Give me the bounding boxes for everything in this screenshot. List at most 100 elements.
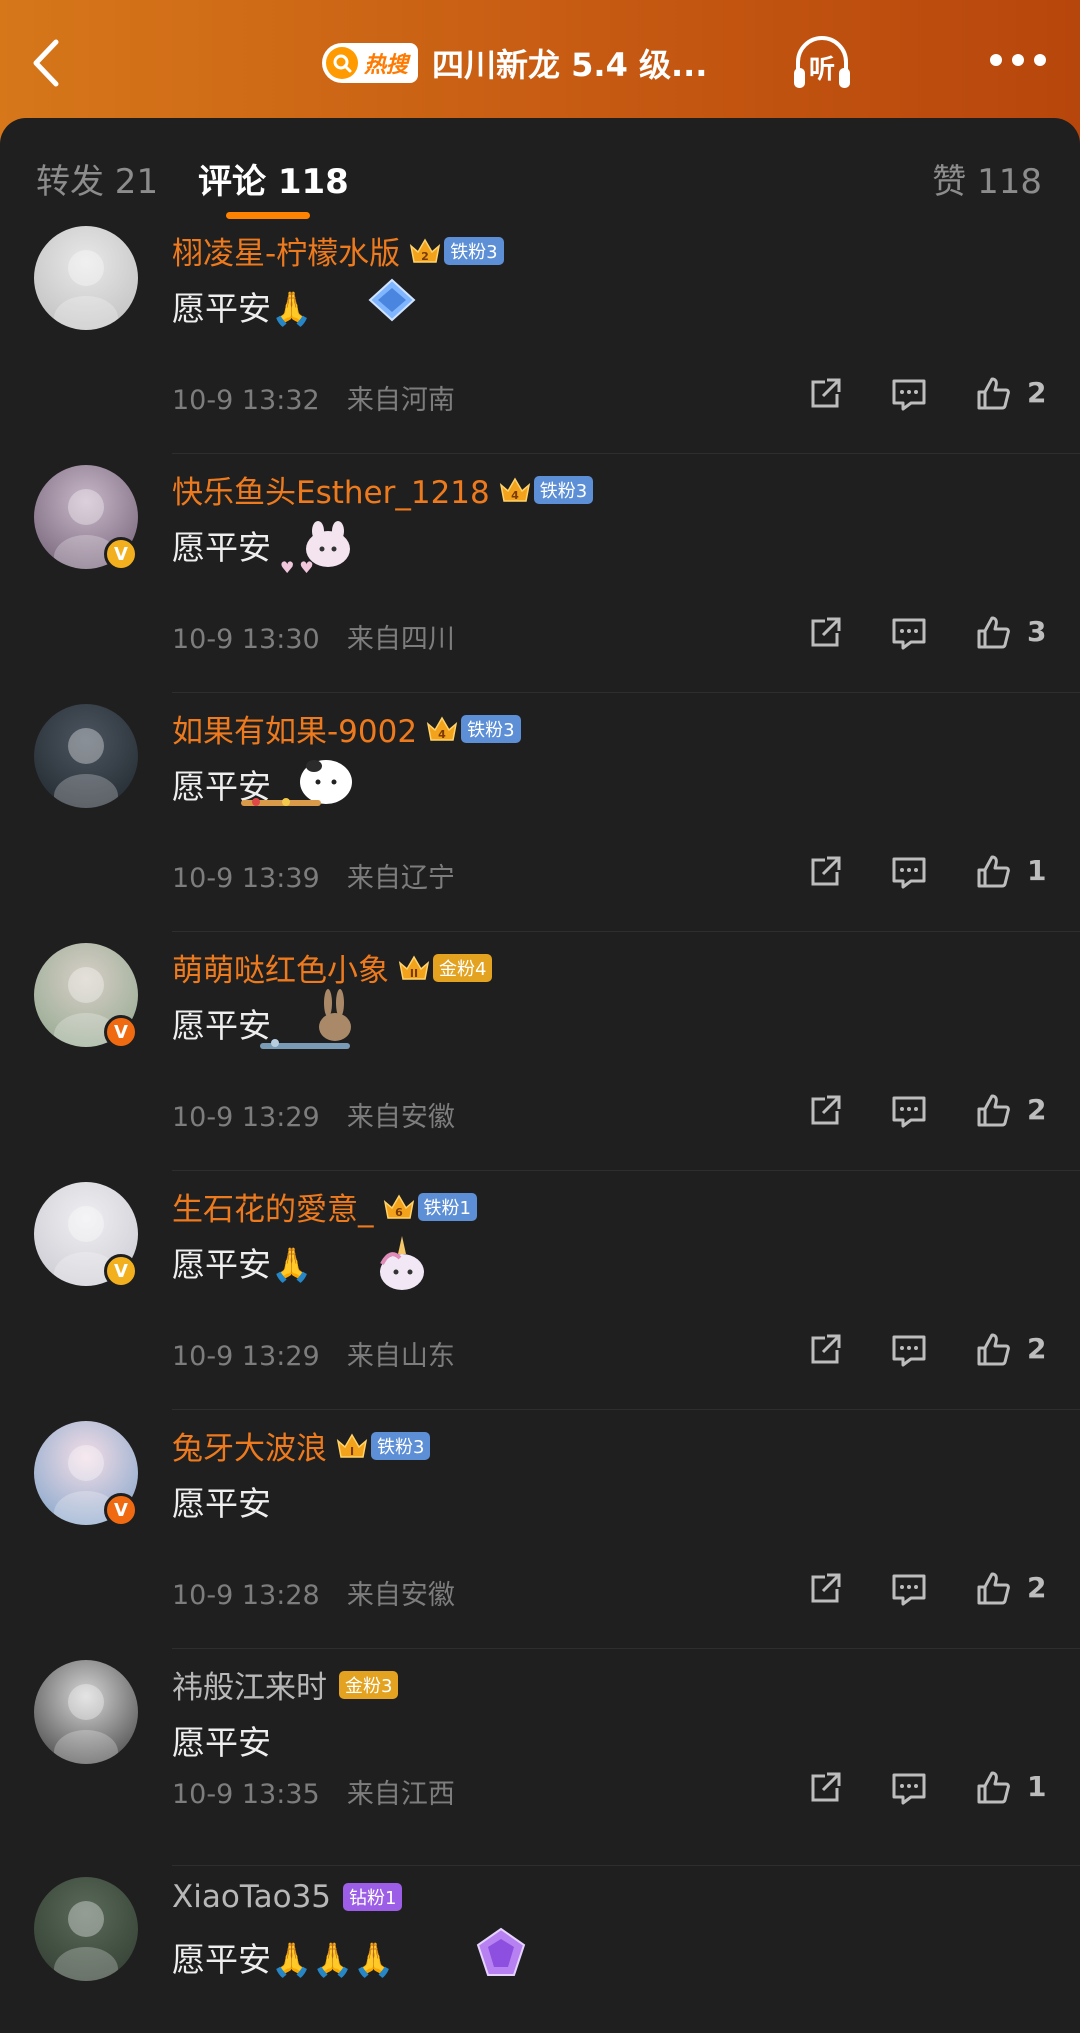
like-icon[interactable] [973, 1569, 1013, 1613]
comment-item: XiaoTao35 钻粉1 愿平安🙏🙏🙏 [0, 1877, 1080, 2033]
fan-badge: 铁粉3 [461, 714, 521, 743]
comment-time: 10-9 13:30 [172, 624, 320, 655]
like-icon[interactable] [973, 613, 1013, 657]
comment-location: 来自安徽 [346, 1580, 455, 1611]
comment-username[interactable]: 兔牙大波浪 I 铁粉3 [172, 1423, 431, 1468]
avatar[interactable] [34, 226, 138, 330]
listen-label: 听 [809, 55, 835, 85]
comment-actions: 2 [805, 374, 1055, 418]
page-title: 四川新龙 5.4 级... [432, 46, 708, 84]
comment-item: 如果有如果-9002 4 铁粉3 愿平安 10-9 13:39 来自辽宁 1 [0, 704, 1080, 943]
reply-icon[interactable] [889, 374, 929, 418]
comment-meta: 10-9 13:32 来自河南 [172, 378, 455, 417]
comment-username[interactable]: 萌萌哒红色小象 II 金粉4 [172, 945, 493, 990]
listen-button[interactable]: 听 [790, 32, 854, 92]
share-icon[interactable] [805, 374, 845, 418]
comment-username[interactable]: 祎般江来时 金粉3 [172, 1662, 399, 1707]
divider [172, 1409, 1080, 1410]
sticker-emoji-icon: ♥ ♥ [268, 509, 358, 583]
fan-badge: 铁粉3 [371, 1431, 431, 1460]
comment-item: V 兔牙大波浪 I 铁粉3 愿平安 10-9 13:28 来自安徽 2 [0, 1421, 1080, 1660]
avatar[interactable] [34, 704, 138, 808]
comment-text[interactable]: 愿平安🙏 [172, 1238, 312, 1286]
back-arrow-icon[interactable] [26, 38, 66, 88]
comment-location: 来自河南 [346, 385, 455, 416]
divider [172, 931, 1080, 932]
hot-search-title[interactable]: 热搜 四川新龙 5.4 级... [322, 34, 707, 92]
tab-like[interactable]: 赞 118 [932, 154, 1042, 203]
username-text: XiaoTao35 [172, 1879, 332, 1915]
comment-meta: 10-9 13:28 来自安徽 [172, 1573, 455, 1612]
crown-level: 4 [438, 728, 446, 741]
comment-meta: 10-9 13:30 来自四川 [172, 617, 455, 656]
comment-actions: 1 [805, 1768, 1055, 1812]
share-icon[interactable] [805, 1330, 845, 1374]
crown-icon: 2 [410, 238, 441, 263]
fan-badge: 铁粉1 [417, 1192, 477, 1221]
like-icon[interactable] [973, 1768, 1013, 1812]
verified-badge-icon: V [104, 537, 138, 571]
comment-username[interactable]: 快乐鱼头Esther_1218 4 铁粉3 [172, 467, 594, 512]
reply-icon[interactable] [889, 1569, 929, 1613]
comment-item: V 萌萌哒红色小象 II 金粉4 愿平安 10-9 13:29 来自安徽 2 [0, 943, 1080, 1182]
crown-icon: 4 [499, 477, 530, 502]
comment-actions: 2 [805, 1330, 1055, 1374]
reply-icon[interactable] [889, 852, 929, 896]
verified-badge-icon: V [104, 1493, 138, 1527]
comment-location: 来自四川 [346, 624, 455, 655]
divider [172, 1865, 1080, 1866]
reply-icon[interactable] [889, 613, 929, 657]
comment-item: V 快乐鱼头Esther_1218 4 铁粉3 愿平安 ♥ ♥ 10-9 13:30 … [0, 465, 1080, 704]
comment-item: 祎般江来时 金粉3 愿平安 10-9 13:35 来自江西 1 [0, 1660, 1080, 1877]
like-count: 2 [1027, 376, 1047, 409]
tab-bar: 转发 21 评论 118 赞 118 [0, 118, 1080, 226]
comment-meta: 10-9 13:35 来自江西 [172, 1772, 455, 1811]
active-tab-indicator [226, 212, 310, 219]
like-icon[interactable] [973, 852, 1013, 896]
sticker-emoji-icon [360, 1228, 440, 1302]
comment-actions: 2 [805, 1569, 1055, 1613]
avatar[interactable] [34, 1660, 138, 1764]
comment-location: 来自安徽 [346, 1102, 455, 1133]
share-icon[interactable] [805, 852, 845, 896]
comment-username[interactable]: 栩凌星-柠檬水版 2 铁粉3 [172, 228, 504, 273]
like-count: 1 [1027, 854, 1047, 887]
hot-search-label: 热搜 [364, 53, 409, 78]
like-count: 1 [1027, 1770, 1047, 1803]
sticker-emoji-icon [236, 744, 366, 818]
reply-icon[interactable] [889, 1330, 929, 1374]
share-icon[interactable] [805, 613, 845, 657]
reply-icon[interactable] [889, 1091, 929, 1135]
reply-icon[interactable] [889, 1768, 929, 1812]
like-count: 2 [1027, 1571, 1047, 1604]
like-icon[interactable] [973, 1330, 1013, 1374]
share-icon[interactable] [805, 1569, 845, 1613]
tab-comment[interactable]: 评论 118 [198, 154, 349, 203]
crown-level: 6 [395, 1206, 403, 1219]
comment-text[interactable]: 愿平安 [172, 1716, 271, 1764]
username-text: 萌萌哒红色小象 [172, 953, 389, 989]
comment-meta: 10-9 13:39 来自辽宁 [172, 856, 455, 895]
comment-username[interactable]: 生石花的愛意_ 6 铁粉1 [172, 1184, 477, 1229]
comment-text[interactable]: 愿平安🙏🙏🙏 [172, 1933, 394, 1981]
more-options-button[interactable] [990, 50, 1046, 70]
share-icon[interactable] [805, 1768, 845, 1812]
comment-text[interactable]: 愿平安 [172, 521, 271, 569]
avatar[interactable] [34, 1877, 138, 1981]
tab-repost[interactable]: 转发 21 [36, 154, 158, 203]
comment-text[interactable]: 愿平安 [172, 1477, 271, 1525]
comment-text[interactable]: 愿平安🙏 [172, 282, 312, 330]
comment-username[interactable]: XiaoTao35 钻粉1 [172, 1879, 403, 1915]
comment-time: 10-9 13:39 [172, 863, 320, 894]
like-icon[interactable] [973, 1091, 1013, 1135]
like-icon[interactable] [973, 374, 1013, 418]
fan-badge: 金粉3 [339, 1670, 399, 1699]
username-text: 兔牙大波浪 [172, 1431, 327, 1467]
search-icon [326, 47, 358, 79]
fan-badge: 铁粉3 [533, 475, 594, 504]
username-text: 祎般江来时 [172, 1670, 327, 1706]
crown-icon: I [336, 1433, 368, 1458]
comment-sheet: 转发 21 评论 118 赞 118 栩凌星-柠檬水版 2 铁粉3 愿平安🙏 10-… [0, 118, 1080, 2033]
crown-icon: 4 [426, 716, 458, 741]
share-icon[interactable] [805, 1091, 845, 1135]
